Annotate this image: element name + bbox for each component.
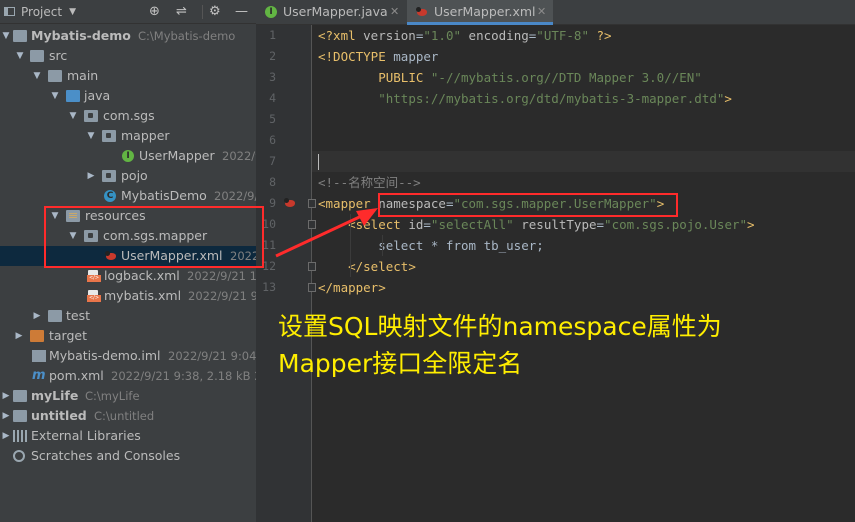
annotation-arrow (275, 208, 378, 258)
annotation-line-2: Mapper接口全限定名 (278, 349, 523, 378)
annotation-line-1: 设置SQL映射文件的namespace属性为 (278, 312, 722, 341)
annotation-caption: 设置SQL映射文件的namespace属性为 Mapper接口全限定名 (278, 308, 838, 382)
